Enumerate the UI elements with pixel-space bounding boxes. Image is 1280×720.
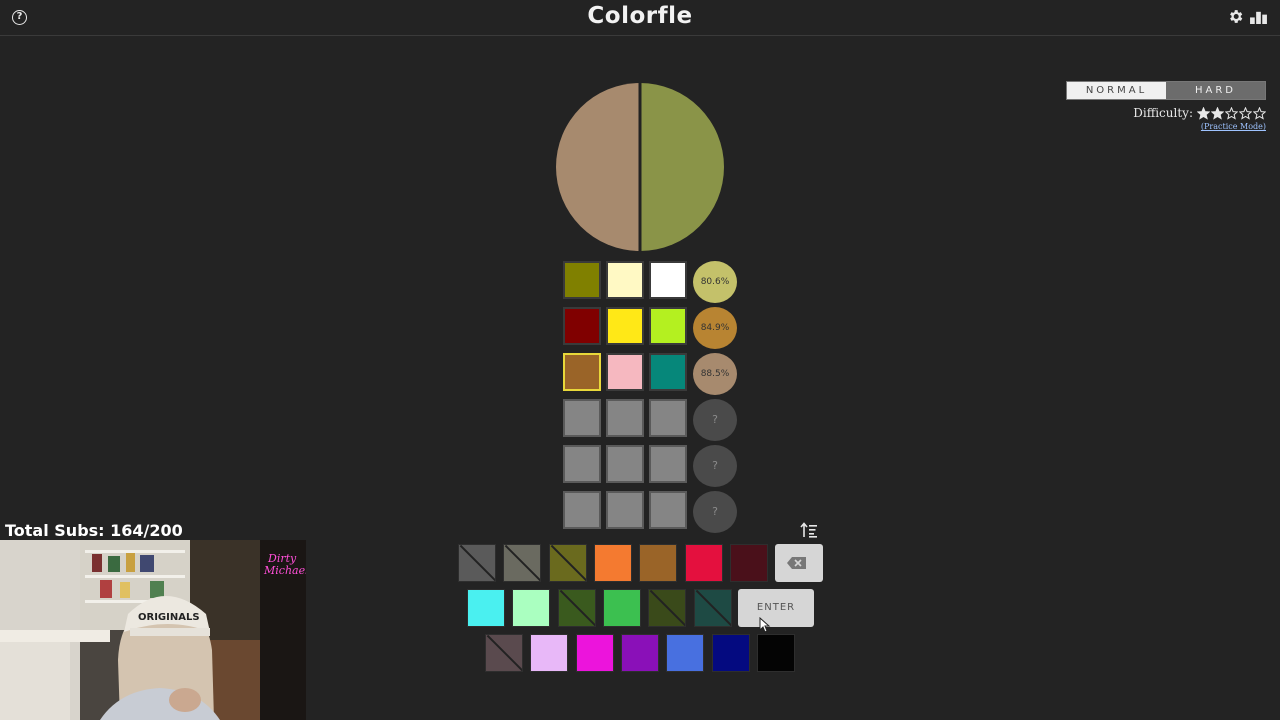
guess-color-cell xyxy=(649,307,687,345)
palette-color-key[interactable] xyxy=(666,634,705,672)
subs-counter: Total Subs: 164/200 xyxy=(5,521,183,540)
palette-color-key[interactable] xyxy=(575,634,614,672)
difficulty-stars xyxy=(1197,106,1266,120)
palette-color-key[interactable] xyxy=(467,589,505,627)
guess-color-cell xyxy=(649,353,687,391)
palette-color-key[interactable] xyxy=(530,634,569,672)
palette-color-key[interactable] xyxy=(684,544,723,582)
palette-color-key-used[interactable] xyxy=(503,544,542,582)
webcam-image: Dirty Michael ORIGINALS xyxy=(0,540,306,720)
guess-color-cell xyxy=(563,261,601,299)
difficulty-rating: Difficulty: xyxy=(1133,106,1266,120)
unknown-score: ? xyxy=(693,399,737,441)
empty-guess-cell xyxy=(563,399,601,437)
palette-color-key-used[interactable] xyxy=(557,589,596,627)
guess-color-cell xyxy=(606,261,644,299)
palette-color-key-used[interactable] xyxy=(458,544,496,582)
target-color-circle xyxy=(556,83,724,251)
empty-guess-cell xyxy=(649,399,687,437)
star-filled-icon xyxy=(1211,106,1224,120)
empty-guess-cell xyxy=(563,445,601,483)
hard-mode-button[interactable]: HARD xyxy=(1166,82,1265,99)
palette-color-key-used[interactable] xyxy=(548,544,587,582)
empty-guess-cell xyxy=(649,445,687,483)
guess-color-cell xyxy=(649,261,687,299)
guess-row: ? xyxy=(563,445,739,487)
palette-color-key[interactable] xyxy=(756,634,795,672)
guess-score: 80.6% xyxy=(693,261,737,303)
palette-color-key[interactable] xyxy=(512,589,551,627)
sort-icon[interactable] xyxy=(800,522,818,538)
unknown-score: ? xyxy=(693,445,737,487)
top-bar: ? Colorfle xyxy=(0,0,1280,36)
gear-icon[interactable] xyxy=(1227,8,1244,25)
guess-score: 84.9% xyxy=(693,307,737,349)
mouse-cursor-icon xyxy=(759,617,771,633)
cap-text: ORIGINALS xyxy=(138,612,200,623)
guess-row: ? xyxy=(563,399,739,441)
empty-guess-cell xyxy=(563,491,601,529)
target-right-half xyxy=(640,83,724,251)
app-title: Colorfle xyxy=(587,3,693,29)
guess-color-cell xyxy=(563,307,601,345)
backspace-button[interactable] xyxy=(775,544,823,582)
palette-color-key-used[interactable] xyxy=(648,589,687,627)
star-empty-icon xyxy=(1225,106,1238,120)
webcam-feed: Dirty Michael ORIGINALS xyxy=(0,540,306,720)
guess-score: 88.5% xyxy=(693,353,737,395)
guess-row: ? xyxy=(563,491,739,533)
leaderboard-icon[interactable] xyxy=(1250,9,1267,24)
guess-color-cell xyxy=(606,353,644,391)
guess-row: 88.5% xyxy=(563,353,739,395)
enter-button[interactable]: ENTER xyxy=(738,589,814,627)
palette-color-key[interactable] xyxy=(639,544,678,582)
practice-mode-link[interactable]: (Practice Mode) xyxy=(1201,122,1266,131)
star-filled-icon xyxy=(1197,106,1210,120)
difficulty-label: Difficulty: xyxy=(1133,106,1193,120)
palette-color-key-used[interactable] xyxy=(485,634,523,672)
palette-color-key[interactable] xyxy=(602,589,641,627)
guess-color-cell xyxy=(563,353,601,391)
palette-color-key[interactable] xyxy=(711,634,750,672)
palette-color-key[interactable] xyxy=(729,544,768,582)
star-empty-icon xyxy=(1239,106,1252,120)
unknown-score: ? xyxy=(693,491,737,533)
palette-color-key-used[interactable] xyxy=(693,589,732,627)
empty-guess-cell xyxy=(606,399,644,437)
star-empty-icon xyxy=(1253,106,1266,120)
guess-row: 80.6% xyxy=(563,261,739,303)
empty-guess-cell xyxy=(606,491,644,529)
svg-text:Michael: Michael xyxy=(263,564,306,577)
palette-color-key[interactable] xyxy=(593,544,632,582)
target-left-half xyxy=(556,83,640,251)
mode-toggle: NORMAL HARD xyxy=(1066,81,1266,100)
guess-color-cell xyxy=(606,307,644,345)
backspace-icon xyxy=(787,557,806,569)
guess-row: 84.9% xyxy=(563,307,739,349)
empty-guess-cell xyxy=(649,491,687,529)
normal-mode-button[interactable]: NORMAL xyxy=(1067,82,1166,99)
empty-guess-cell xyxy=(606,445,644,483)
palette-color-key[interactable] xyxy=(620,634,659,672)
